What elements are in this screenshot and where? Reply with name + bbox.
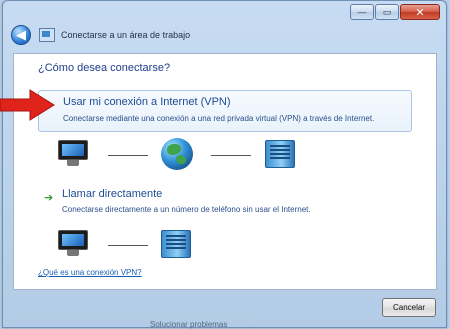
server-icon bbox=[161, 230, 191, 258]
window-title: Conectarse a un área de trabajo bbox=[61, 30, 191, 40]
connection-line bbox=[211, 155, 251, 156]
server-icon bbox=[265, 140, 295, 168]
option-direct-description: Conectarse directamente a un número de t… bbox=[62, 205, 311, 214]
network-window-icon bbox=[39, 28, 55, 42]
minimize-button[interactable]: — bbox=[350, 4, 374, 20]
cancel-button[interactable]: Cancelar bbox=[382, 298, 436, 317]
maximize-button[interactable]: ▭ bbox=[375, 4, 399, 20]
option-direct-title[interactable]: Llamar directamente bbox=[62, 188, 162, 200]
title-bar: ◀ Conectarse a un área de trabajo bbox=[11, 23, 438, 47]
back-button[interactable]: ◀ bbox=[11, 25, 31, 45]
page-title: ¿Cómo desea conectarse? bbox=[38, 62, 171, 74]
option-vpn[interactable]: Usar mi conexión a Internet (VPN) Conect… bbox=[38, 90, 412, 132]
connection-line bbox=[108, 245, 148, 246]
globe-icon bbox=[161, 138, 193, 170]
option-vpn-title[interactable]: Usar mi conexión a Internet (VPN) bbox=[63, 96, 231, 108]
red-arrow-icon bbox=[0, 89, 55, 121]
arrow-right-icon: ➔ bbox=[44, 192, 54, 204]
dialog-window: — ▭ ✕ ◀ Conectarse a un área de trabajo … bbox=[2, 0, 447, 328]
option-vpn-description: Conectarse mediante una conexión a una r… bbox=[63, 114, 375, 123]
window-controls: — ▭ ✕ bbox=[350, 4, 440, 20]
connection-line bbox=[108, 155, 148, 156]
computer-icon bbox=[58, 140, 88, 168]
close-button[interactable]: ✕ bbox=[400, 4, 440, 20]
vpn-help-link[interactable]: ¿Qué es una conexión VPN? bbox=[38, 268, 142, 277]
computer-icon bbox=[58, 230, 88, 258]
content-panel: ¿Cómo desea conectarse? Usar mi conexión… bbox=[13, 53, 437, 290]
